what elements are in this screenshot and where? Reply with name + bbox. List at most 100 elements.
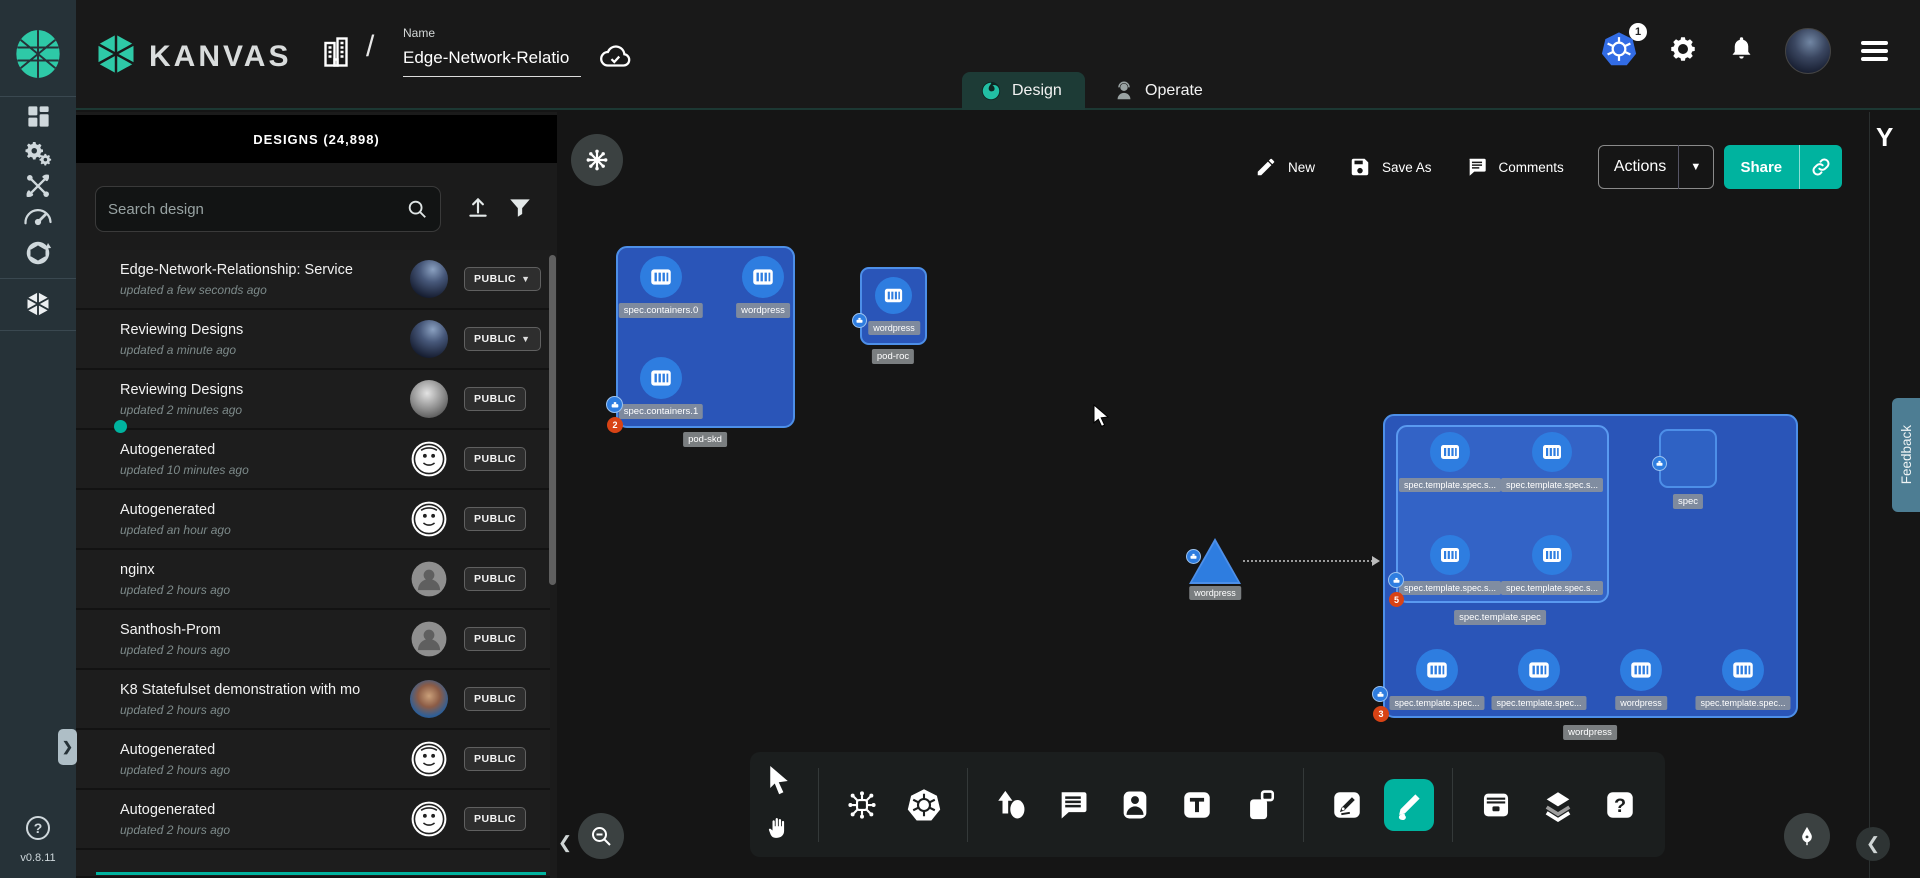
node-container-spec-containers-1[interactable]	[640, 357, 682, 399]
node-deploy-container-3[interactable]	[1620, 649, 1662, 691]
settings-gear-icon[interactable]	[1668, 34, 1698, 69]
menu-hamburger-icon[interactable]	[1861, 37, 1888, 66]
design-list-item[interactable]: Edge-Network-Relationship: Serviceupdate…	[76, 250, 550, 310]
node-container-wordpress[interactable]	[742, 256, 784, 298]
edge-service-to-deployment[interactable]	[1243, 560, 1373, 562]
kubernetes-tool[interactable]	[899, 779, 949, 831]
design-list-item[interactable]: Santhosh-Promupdated 2 hours ago PUBLIC	[76, 610, 550, 670]
design-updated: updated 2 minutes ago	[120, 403, 408, 417]
operate-tab-label: Operate	[1145, 82, 1203, 100]
collapse-left-chevron[interactable]: ❮	[556, 832, 574, 854]
owner-avatar	[410, 680, 448, 718]
visibility-badge: PUBLIC	[464, 507, 526, 531]
kubernetes-context-icon[interactable]: 1	[1600, 30, 1638, 73]
node-template-container-4[interactable]	[1532, 535, 1572, 575]
organization-icon[interactable]	[318, 32, 354, 77]
cloud-sync-icon[interactable]	[598, 42, 632, 77]
copy-link-icon[interactable]	[1800, 157, 1842, 177]
node-container-wordpress-2[interactable]	[875, 277, 912, 314]
designs-panel-header: DESIGNS (24,898)	[76, 115, 557, 163]
node-deploy-container-2[interactable]	[1518, 649, 1560, 691]
owner-avatar	[410, 500, 448, 538]
visibility-badge: PUBLIC	[464, 567, 526, 591]
layer5-logo[interactable]	[12, 27, 64, 86]
design-list-item[interactable]: K8 Statefulset demonstration with moupda…	[76, 670, 550, 730]
node-template-container-2[interactable]	[1532, 432, 1572, 472]
node-label: spec.template.spec.s...	[1501, 478, 1603, 492]
freehand-draw-tool[interactable]	[1384, 779, 1434, 831]
help-tool[interactable]: ?	[1595, 779, 1645, 831]
sidebar-item-performance[interactable]	[0, 205, 76, 229]
sidebar-item-kanvas[interactable]	[0, 290, 76, 318]
feedback-tab[interactable]: Feedback	[1892, 398, 1920, 512]
error-count-badge[interactable]: 2	[607, 417, 623, 433]
components-tool[interactable]	[837, 779, 887, 831]
design-search[interactable]	[95, 186, 441, 232]
text-tool[interactable]	[1172, 779, 1222, 831]
error-count-badge[interactable]: 3	[1373, 706, 1389, 722]
node-container-spec-containers-0[interactable]	[640, 256, 682, 298]
design-list-item[interactable]: Autogeneratedupdated 2 hours ago PUBLIC	[76, 730, 550, 790]
comments-button[interactable]: Comments	[1466, 156, 1564, 178]
pan-hand-tool[interactable]	[766, 813, 792, 846]
design-list-item[interactable]: Autogeneratedupdated an hour ago PUBLIC	[76, 490, 550, 550]
sidebar-item-dashboard[interactable]	[0, 103, 76, 130]
node-spec[interactable]	[1659, 429, 1717, 488]
zoom-out-button[interactable]	[578, 813, 624, 859]
design-list-item[interactable]: Autogeneratedupdated 2 hours ago PUBLIC	[76, 790, 550, 850]
design-list-item[interactable]: Autogeneratedupdated 10 minutes ago PUBL…	[76, 430, 550, 490]
filter-icon[interactable]	[507, 194, 533, 225]
chevron-down-icon: ▼	[521, 274, 530, 284]
sidebar-item-extensions[interactable]	[0, 238, 76, 268]
design-list-item[interactable]: Reviewing Designsupdated a minute ago PU…	[76, 310, 550, 370]
help-icon[interactable]: ?	[26, 816, 50, 840]
media-tool[interactable]	[1110, 779, 1160, 831]
annotation-tool[interactable]	[1048, 779, 1098, 831]
owner-avatar	[410, 560, 448, 598]
owner-avatar	[410, 740, 448, 778]
pen-tool[interactable]	[1322, 779, 1372, 831]
search-input[interactable]	[108, 201, 406, 218]
sidebar-item-lifecycle[interactable]	[0, 137, 76, 167]
node-template-container-3[interactable]	[1430, 535, 1470, 575]
design-title: Autogenerated	[120, 742, 408, 758]
right-drawer-handle[interactable]: Y	[1876, 122, 1893, 153]
import-design-icon[interactable]	[465, 194, 491, 225]
node-spec-template-spec[interactable]	[1396, 425, 1609, 603]
design-list-item[interactable]: Reviewing Designsupdated 2 minutes ago P…	[76, 370, 550, 430]
layers-tool[interactable]	[1533, 779, 1583, 831]
new-button[interactable]: New	[1255, 156, 1315, 178]
node-deploy-container-4[interactable]	[1722, 649, 1764, 691]
design-list-item[interactable]: nginxupdated 2 hours ago PUBLIC	[76, 550, 550, 610]
drawer-archive-tool[interactable]	[1471, 779, 1521, 831]
error-count-badge[interactable]: 5	[1389, 592, 1404, 607]
visibility-badge: PUBLIC	[464, 747, 526, 771]
kubernetes-kind-badge	[1372, 686, 1388, 702]
sidebar-item-configuration[interactable]	[0, 172, 76, 200]
save-as-button[interactable]: Save As	[1349, 156, 1432, 178]
owner-avatar	[410, 380, 448, 418]
pointer-tool[interactable]	[764, 764, 794, 803]
user-avatar[interactable]	[1785, 28, 1831, 74]
meshery-snowflake-button[interactable]	[571, 134, 623, 186]
shapes-tool[interactable]	[986, 779, 1036, 831]
tab-operate[interactable]: Operate	[1095, 72, 1217, 110]
notifications-bell-icon[interactable]	[1728, 35, 1755, 67]
collapse-right-chevron[interactable]: ❮	[1856, 827, 1890, 861]
tab-design[interactable]: Design	[962, 72, 1085, 110]
shape-rect-tool[interactable]	[1235, 779, 1285, 831]
search-icon[interactable]	[406, 198, 428, 220]
actions-caret-icon[interactable]: ▼	[1679, 161, 1713, 173]
design-name-field: Name Edge-Network-Relatio	[403, 26, 581, 77]
panel-scrollbar[interactable]	[549, 255, 556, 585]
panel-expand-handle[interactable]: ❯	[58, 729, 77, 765]
visibility-select[interactable]: PUBLIC▼	[464, 327, 541, 351]
ink-pen-button[interactable]	[1784, 813, 1830, 859]
visibility-select[interactable]: PUBLIC▼	[464, 267, 541, 291]
design-name-input[interactable]: Edge-Network-Relatio	[403, 48, 581, 77]
actions-button[interactable]: Actions ▼	[1598, 145, 1714, 189]
brand[interactable]: KANVAS	[95, 32, 291, 81]
share-button[interactable]: Share	[1724, 145, 1842, 189]
node-deploy-container-1[interactable]	[1416, 649, 1458, 691]
node-template-container-1[interactable]	[1430, 432, 1470, 472]
